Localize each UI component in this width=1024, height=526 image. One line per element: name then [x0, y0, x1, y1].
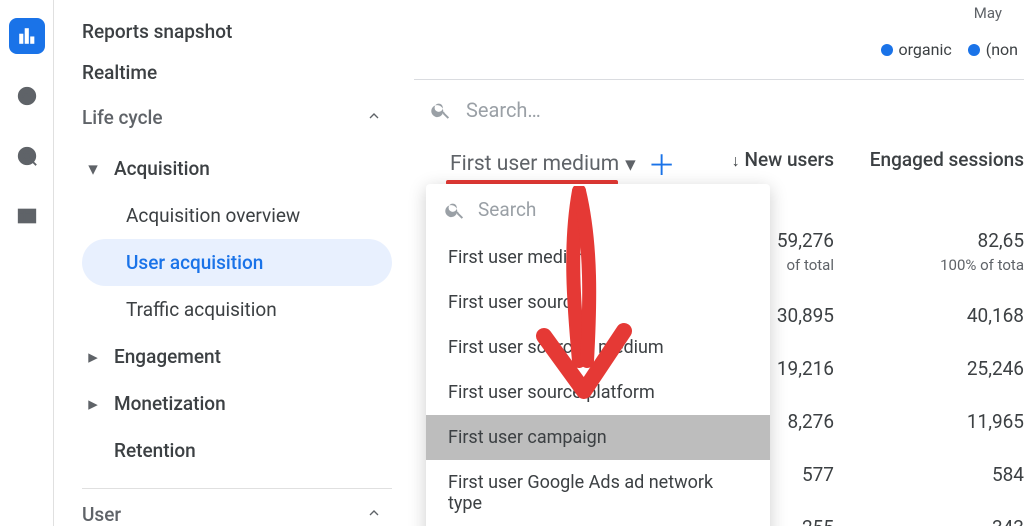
- dropdown-search-placeholder: Search: [478, 198, 536, 221]
- chart-legend: organic (non: [414, 40, 1024, 59]
- legend-item-non: (non: [968, 40, 1018, 59]
- sidebar-group-retention[interactable]: Retention: [82, 427, 392, 474]
- chart-month-label: May: [414, 0, 1024, 28]
- dimension-dropdown-panel: Search First user medium First user sour…: [426, 184, 770, 526]
- sidebar: Reports snapshot Realtime Life cycle ▾ A…: [54, 0, 414, 526]
- sidebar-group-engagement[interactable]: ▸ Engagement: [82, 333, 392, 380]
- dropdown-search[interactable]: Search: [426, 184, 770, 235]
- caret-right-icon: ▸: [88, 392, 98, 415]
- cell: 11,965: [854, 410, 1024, 433]
- sidebar-group-label: Engagement: [114, 345, 221, 368]
- chevron-up-icon: [366, 106, 382, 129]
- caret-down-icon: ▾: [625, 152, 636, 177]
- sidebar-section-lifecycle[interactable]: Life cycle: [82, 106, 392, 129]
- advertising-nav-icon[interactable]: [9, 138, 45, 174]
- search-icon: [444, 199, 466, 221]
- sidebar-item-acquisition-overview[interactable]: Acquisition overview: [82, 192, 392, 239]
- caret-down-icon: ▾: [88, 157, 98, 180]
- add-dimension-button[interactable]: ＋: [648, 144, 676, 184]
- dropdown-item[interactable]: First user Google Ads ad network type: [426, 460, 770, 526]
- main-content: May organic (non Search… First user medi…: [414, 0, 1024, 526]
- sidebar-reports-snapshot[interactable]: Reports snapshot: [82, 20, 392, 43]
- sidebar-group-label: Retention: [114, 439, 196, 462]
- caret-right-icon: ▸: [88, 345, 98, 368]
- sidebar-group-monetization[interactable]: ▸ Monetization: [82, 380, 392, 427]
- sort-arrow-icon: ↓: [732, 151, 740, 170]
- library-nav-icon[interactable]: [9, 198, 45, 234]
- cell: 82,65: [854, 229, 1024, 252]
- column-header-engaged[interactable]: Engaged sessions: [854, 148, 1024, 171]
- dropdown-item[interactable]: First user medium: [426, 235, 770, 280]
- icon-rail: [0, 0, 54, 526]
- search-placeholder: Search…: [466, 98, 541, 122]
- explore-nav-icon[interactable]: [9, 78, 45, 114]
- legend-dot-icon: [968, 44, 980, 56]
- sidebar-section-user[interactable]: User: [82, 503, 392, 526]
- cell: 584: [854, 463, 1024, 486]
- table-search[interactable]: Search…: [414, 80, 1024, 144]
- dimension-dropdown-trigger[interactable]: First user medium ▾: [450, 152, 636, 177]
- reports-nav-icon[interactable]: [9, 18, 45, 54]
- dropdown-item[interactable]: First user source: [426, 280, 770, 325]
- dropdown-item[interactable]: First user source / medium: [426, 325, 770, 370]
- column-header-new-users[interactable]: ↓ New users: [684, 148, 834, 171]
- sidebar-section-label: User: [82, 503, 121, 526]
- legend-dot-icon: [881, 44, 893, 56]
- cell: 343: [854, 516, 1024, 526]
- dropdown-item-highlighted[interactable]: First user campaign: [426, 415, 770, 460]
- chevron-up-icon: [366, 503, 382, 526]
- sidebar-section-label: Life cycle: [82, 106, 163, 129]
- sidebar-realtime[interactable]: Realtime: [82, 61, 392, 84]
- cell: 25,246: [854, 357, 1024, 380]
- app-root: Reports snapshot Realtime Life cycle ▾ A…: [0, 0, 1024, 526]
- cell-subtext: 100% of tota: [854, 256, 1024, 274]
- legend-item-organic: organic: [881, 40, 952, 59]
- dropdown-item[interactable]: First user source platform: [426, 370, 770, 415]
- sidebar-group-label: Acquisition: [114, 157, 210, 180]
- sidebar-group-label: Monetization: [114, 392, 226, 415]
- cell: 40,168: [854, 304, 1024, 327]
- sidebar-group-acquisition[interactable]: ▾ Acquisition: [82, 145, 392, 192]
- search-icon: [430, 99, 452, 121]
- column-engaged-sessions: Engaged sessions 82,65 100% of tota 40,1…: [854, 148, 1024, 526]
- sidebar-item-traffic-acquisition[interactable]: Traffic acquisition: [82, 286, 392, 333]
- sidebar-divider: [82, 488, 392, 489]
- sidebar-item-user-acquisition[interactable]: User acquisition: [82, 239, 392, 286]
